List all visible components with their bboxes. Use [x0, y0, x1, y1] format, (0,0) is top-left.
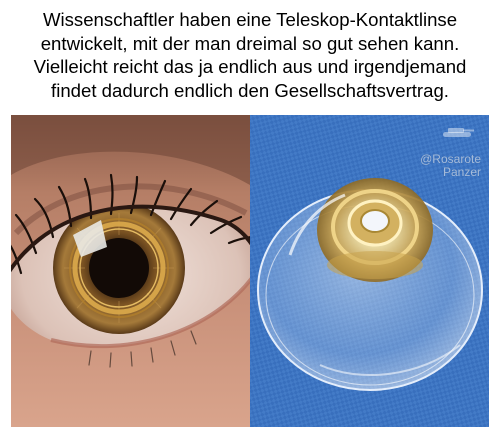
tank-logo-icon — [443, 128, 474, 137]
watermark: @Rosarote Panzer — [420, 153, 481, 179]
lens-photo: @Rosarote Panzer — [250, 115, 489, 427]
caption-line-1: Wissenschaftler haben eine Teleskop-Kont… — [42, 9, 458, 30]
caption-line-2: entwickelt, mit der man dreimal so gut s… — [40, 32, 460, 54]
eye-photo — [11, 115, 250, 427]
caption-line-3: Vielleicht reicht das ja endlich aus und… — [33, 56, 467, 77]
watermark-line-2: Panzer — [442, 165, 481, 179]
eye-illustration — [11, 115, 250, 427]
photo-collage: @Rosarote Panzer — [11, 115, 489, 427]
caption-line-4: findet dadurch endlich den Gesellschafts… — [51, 79, 449, 101]
meme-caption: Wissenschaftler haben eine Teleskop-Kont… — [0, 8, 500, 102]
